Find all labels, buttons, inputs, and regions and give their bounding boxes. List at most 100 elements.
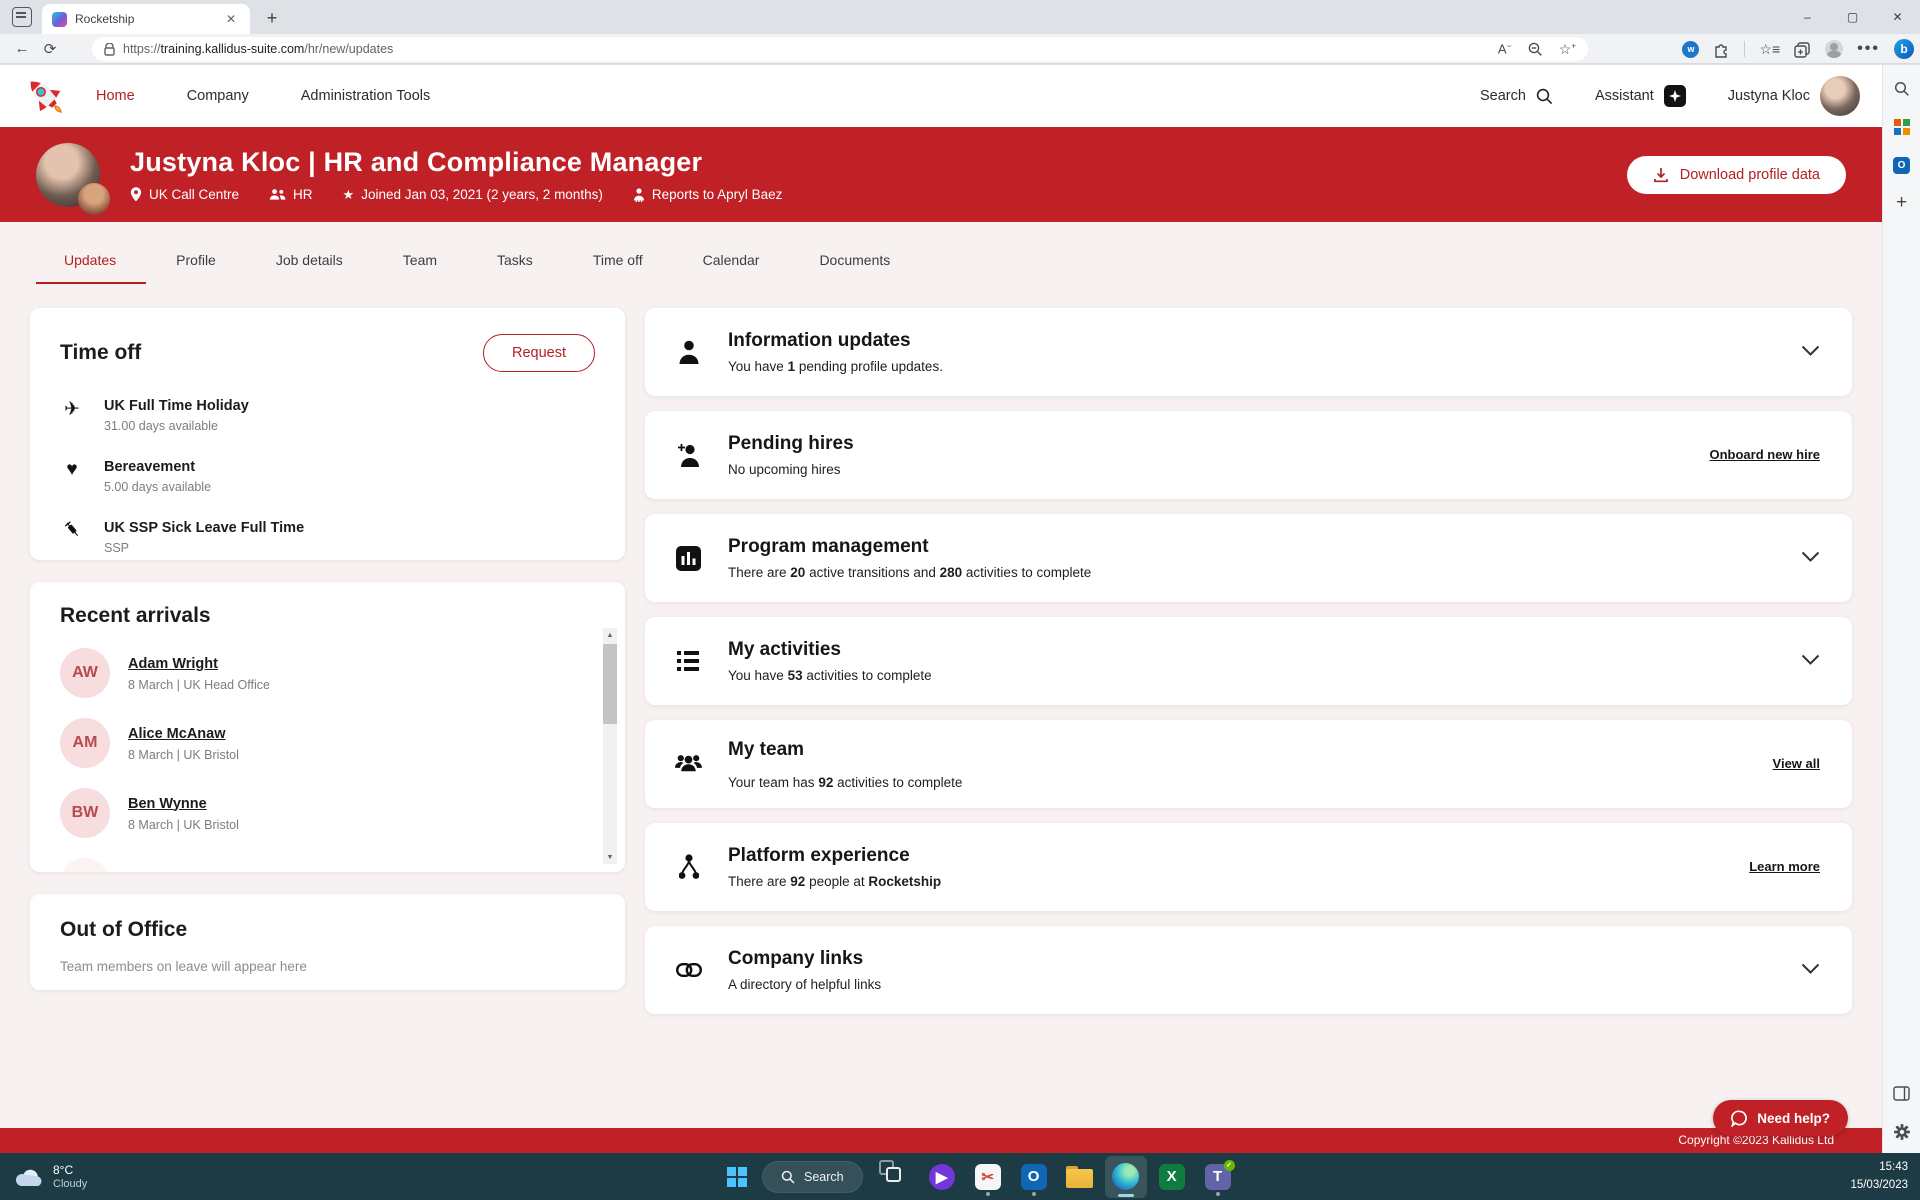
learn-more-link[interactable]: Learn more: [1749, 859, 1820, 874]
download-profile-data-button[interactable]: Download profile data: [1626, 155, 1846, 194]
arrival-list-item: ES Elton Silveira: [60, 858, 595, 872]
nav-item-company[interactable]: Company: [187, 88, 249, 104]
onboard-new-hire-link[interactable]: Onboard new hire: [1709, 447, 1820, 462]
company-links-panel[interactable]: Company links A directory of helpful lin…: [645, 926, 1852, 1014]
browser-tab[interactable]: Rocketship ✕: [42, 4, 250, 34]
file-explorer-app-icon[interactable]: [1059, 1156, 1101, 1198]
tab-tasks[interactable]: Tasks: [467, 252, 563, 284]
taskbar-search[interactable]: Search: [762, 1160, 863, 1193]
chevron-down-icon[interactable]: [1801, 654, 1820, 665]
extension-blue-icon[interactable]: w: [1682, 40, 1700, 58]
sidebar-outlook-icon[interactable]: O: [1893, 157, 1910, 174]
tab-documents[interactable]: Documents: [789, 252, 920, 284]
taskbar-weather-widget[interactable]: 8°C Cloudy: [14, 1163, 87, 1190]
toolbar-divider: [1744, 41, 1746, 57]
my-team-panel[interactable]: My team Your team has 92 activities to c…: [645, 720, 1852, 808]
arrival-name-link[interactable]: Alice McAnaw: [128, 726, 226, 742]
information-updates-panel[interactable]: Information updates You have 1 pending p…: [645, 308, 1852, 396]
arrival-name-link[interactable]: Ben Wynne: [128, 796, 207, 812]
nav-item-home[interactable]: Home: [96, 88, 135, 104]
scrollbar-down-icon[interactable]: ▼: [603, 850, 617, 864]
lock-icon: [104, 42, 115, 56]
person-icon: [675, 340, 702, 365]
excel-app-icon[interactable]: X: [1151, 1156, 1193, 1198]
tab-close-icon[interactable]: ✕: [222, 10, 240, 28]
profile-title: Justyna Kloc | HR and Compliance Manager: [130, 146, 703, 177]
panel-title: My team: [728, 738, 805, 760]
sidebar-panel-icon[interactable]: [1893, 1086, 1910, 1101]
close-button[interactable]: ✕: [1875, 0, 1920, 34]
need-help-button[interactable]: Need help?: [1713, 1100, 1848, 1136]
tab-time-off[interactable]: Time off: [563, 252, 673, 284]
zoom-out-icon[interactable]: [1528, 42, 1543, 57]
panel-description: There are 92 people at Rocketship: [728, 874, 942, 889]
view-all-link[interactable]: View all: [1773, 756, 1820, 771]
location-pin-icon: [130, 187, 142, 202]
task-view-button[interactable]: [875, 1156, 917, 1198]
profile-location-label: UK Call Centre: [149, 187, 240, 202]
tab-job-details[interactable]: Job details: [246, 252, 373, 284]
profile-department-label: HR: [293, 187, 313, 202]
tab-updates[interactable]: Updates: [36, 252, 147, 284]
taskbar-clock[interactable]: 15:43 15/03/2023: [1850, 1159, 1908, 1195]
assistant-button[interactable]: Assistant: [1595, 85, 1686, 107]
time-off-item[interactable]: ✈ UK Full Time Holiday 31.00 days availa…: [60, 397, 595, 433]
browser-profile-avatar[interactable]: [1825, 40, 1844, 58]
sidebar-add-icon[interactable]: +: [1896, 193, 1907, 212]
extensions-puzzle-icon[interactable]: [1713, 41, 1730, 58]
request-time-off-button[interactable]: Request: [482, 334, 595, 372]
back-icon[interactable]: ←: [8, 40, 36, 57]
scrollbar-up-icon[interactable]: ▲: [603, 628, 617, 642]
tab-profile[interactable]: Profile: [146, 252, 246, 284]
time-off-item[interactable]: ♥ Bereavement 5.00 days available: [60, 458, 595, 494]
chevron-down-icon[interactable]: [1801, 551, 1820, 562]
time-off-card: Time off Request ✈ UK Full Time Holiday …: [30, 308, 625, 560]
collections-icon[interactable]: [1794, 41, 1811, 58]
add-favorite-icon[interactable]: ☆+: [1559, 41, 1576, 58]
tab-actions-menu-icon[interactable]: [12, 7, 32, 27]
my-activities-panel[interactable]: My activities You have 53 activities to …: [645, 617, 1852, 705]
arrival-name-link[interactable]: Adam Wright: [128, 656, 218, 672]
favorites-icon[interactable]: ☆≡: [1759, 41, 1780, 58]
url-host: training.kallidus-suite.com: [160, 42, 305, 56]
arrivals-scrollbar[interactable]: ▲ ▼: [603, 628, 617, 864]
new-tab-button[interactable]: +: [260, 7, 284, 31]
panel-title: Platform experience: [728, 845, 910, 866]
chevron-down-icon[interactable]: [1801, 963, 1820, 974]
maximize-button[interactable]: ▢: [1830, 0, 1875, 34]
bing-chat-icon[interactable]: b: [1894, 39, 1914, 59]
program-management-panel[interactable]: Program management There are 20 active t…: [645, 514, 1852, 602]
star-icon: ★: [342, 186, 355, 202]
refresh-icon[interactable]: ⟳: [36, 40, 64, 58]
user-avatar: [1820, 76, 1860, 116]
more-menu-icon[interactable]: •••: [1857, 40, 1880, 58]
profile-header: Justyna Kloc | HR and Compliance Manager…: [0, 127, 1882, 222]
scrollbar-thumb[interactable]: [603, 644, 617, 724]
sidebar-settings-gear-icon[interactable]: [1893, 1123, 1911, 1141]
start-button[interactable]: [716, 1156, 758, 1198]
user-menu[interactable]: Justyna Kloc: [1728, 76, 1860, 116]
minimize-button[interactable]: –: [1785, 0, 1830, 34]
edge-app-icon[interactable]: [1104, 1155, 1147, 1198]
nav-item-administration-tools[interactable]: Administration Tools: [301, 88, 431, 104]
sidebar-search-icon[interactable]: [1894, 81, 1910, 97]
pending-hires-panel[interactable]: Pending hires No upcoming hires Onboard …: [645, 411, 1852, 499]
read-aloud-icon[interactable]: A⌣: [1498, 41, 1512, 56]
teams-app-icon[interactable]: T ✓: [1197, 1156, 1239, 1198]
time-off-item[interactable]: UK SSP Sick Leave Full Time SSP: [60, 519, 595, 555]
platform-experience-panel[interactable]: Platform experience There are 92 people …: [645, 823, 1852, 911]
search-icon: [1536, 88, 1553, 104]
profile-avatar[interactable]: [36, 142, 110, 215]
rocketship-logo-icon[interactable]: [22, 73, 68, 119]
out-of-office-card: Out of Office Team members on leave will…: [30, 894, 625, 990]
tab-calendar[interactable]: Calendar: [673, 252, 790, 284]
microsoft-365-icon[interactable]: [1893, 119, 1910, 135]
address-bar[interactable]: https://training.kallidus-suite.com/hr/n…: [92, 37, 1588, 61]
snipping-tool-app-icon[interactable]: ✂: [967, 1156, 1009, 1198]
clipchamp-app-icon[interactable]: ▶: [921, 1156, 963, 1198]
chevron-down-icon[interactable]: [1801, 345, 1820, 356]
search-button[interactable]: Search: [1480, 88, 1553, 105]
chat-bubble-icon: [1731, 1110, 1748, 1127]
outlook-app-icon[interactable]: O: [1013, 1156, 1055, 1198]
tab-team[interactable]: Team: [373, 252, 467, 284]
